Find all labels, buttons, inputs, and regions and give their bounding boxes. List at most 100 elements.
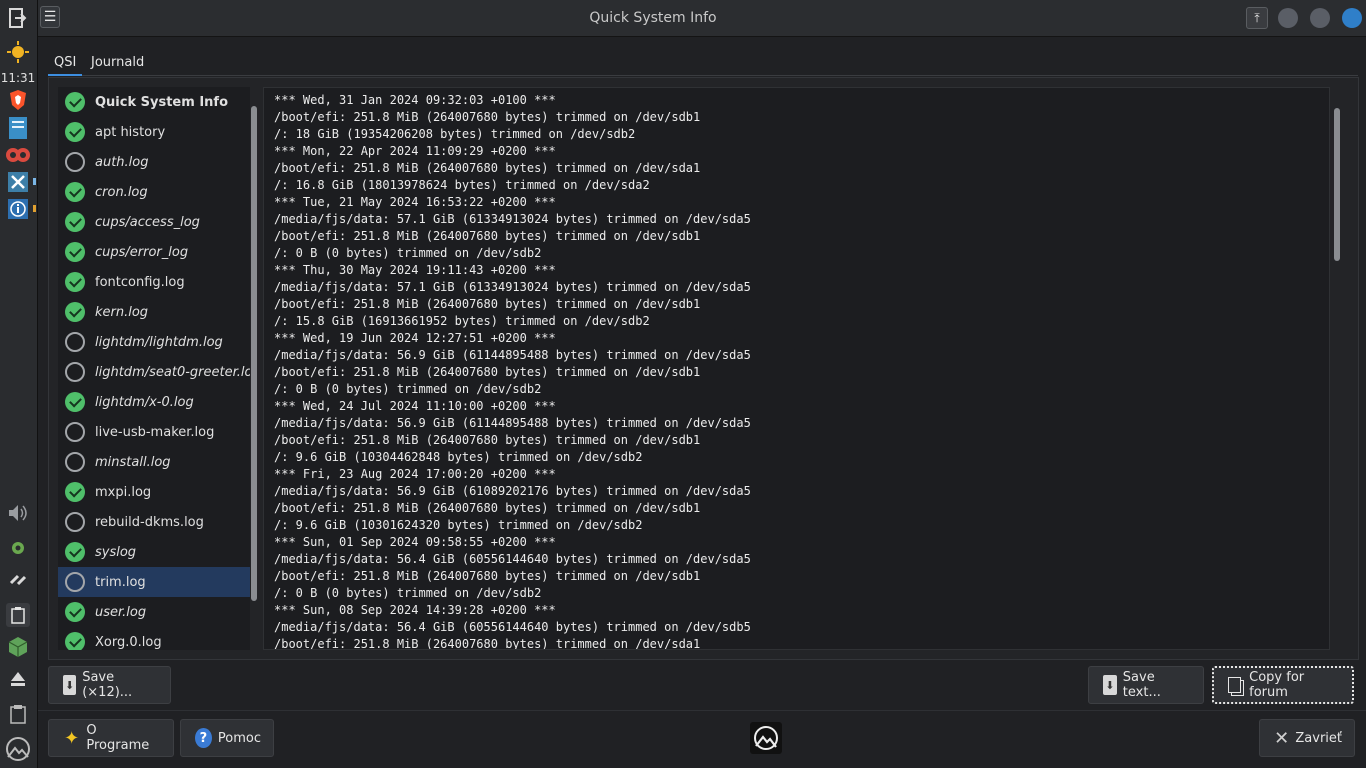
minimize-button[interactable] (1278, 8, 1298, 28)
list-item-label: cups/access_log (95, 214, 200, 230)
list-item-label: user.log (95, 604, 147, 620)
volume-icon[interactable] (6, 501, 30, 525)
list-item[interactable]: minstall.log (58, 447, 250, 477)
empty-circle-icon (65, 422, 85, 442)
checkmark-icon (65, 482, 85, 502)
empty-circle-icon (65, 332, 85, 352)
list-item[interactable]: cups/error_log (58, 237, 250, 267)
log-file-list[interactable]: Quick System Info apt history auth.log cron… (58, 87, 250, 650)
list-item[interactable]: auth.log (58, 147, 250, 177)
log-line: /: 0 B (0 bytes) trimmed on /dev/sdb2 (274, 586, 542, 600)
log-line: /media/fjs/data: 56.9 GiB (61089202176 b… (274, 484, 751, 498)
list-item[interactable]: lightdm/x-0.log (58, 387, 250, 417)
about-button[interactable]: ✦ O Programe (48, 719, 174, 757)
log-line: /: 9.6 GiB (10304462848 bytes) trimmed o… (274, 450, 643, 464)
mx-tools-icon[interactable] (6, 170, 30, 194)
copy-for-forum-button[interactable]: Copy for forum (1212, 666, 1354, 704)
log-line: *** Sun, 01 Sep 2024 09:58:55 +0200 *** (274, 535, 556, 549)
close-window-button[interactable] (1342, 8, 1362, 28)
quick-system-info-icon[interactable] (6, 197, 30, 221)
log-line: /: 0 B (0 bytes) trimmed on /dev/sdb2 (274, 382, 542, 396)
log-line: *** Wed, 19 Jun 2024 12:27:51 +0200 *** (274, 331, 556, 345)
save-icon: ⬇ (1103, 675, 1117, 695)
close-icon: ✕ (1274, 727, 1290, 749)
network-icon[interactable] (6, 568, 30, 592)
log-line: /media/fjs/data: 56.9 GiB (61144895488 b… (274, 416, 751, 430)
logout-icon[interactable] (6, 6, 30, 30)
empty-circle-icon (65, 452, 85, 472)
log-scrollbar[interactable] (1334, 108, 1340, 261)
list-item[interactable]: cron.log (58, 177, 250, 207)
copy-icon (1228, 677, 1242, 693)
log-line: /media/fjs/data: 57.1 GiB (61334913024 b… (274, 280, 751, 294)
list-item[interactable]: live-usb-maker.log (58, 417, 250, 447)
clock[interactable]: 11:31 (0, 71, 36, 85)
list-item-label: cups/error_log (95, 244, 189, 260)
list-item[interactable]: apt history (58, 117, 250, 147)
file-list-scrollbar[interactable] (251, 106, 257, 601)
dock-panel: 11:31 (0, 0, 38, 768)
list-item[interactable]: mxpi.log (58, 477, 250, 507)
save-text-label: Save text... (1122, 670, 1161, 700)
log-line: /: 0 B (0 bytes) trimmed on /dev/sdb2 (274, 246, 542, 260)
file-manager-icon[interactable] (6, 116, 30, 140)
list-item[interactable]: user.log (58, 597, 250, 627)
empty-circle-icon (65, 362, 85, 382)
keep-above-icon: ⤒ (1254, 10, 1260, 25)
save-text-button[interactable]: ⬇ Save text... (1088, 666, 1204, 704)
empty-circle-icon (65, 152, 85, 172)
log-viewer[interactable]: *** Wed, 31 Jan 2024 09:32:03 +0100 *** /… (263, 87, 1330, 650)
package-icon[interactable] (6, 635, 30, 659)
double-commander-icon[interactable] (6, 143, 30, 167)
close-button[interactable]: ✕ Zavrieť (1259, 719, 1355, 757)
list-item[interactable]: Quick System Info (58, 87, 250, 117)
copy-for-forum-label: Copy for forum (1249, 670, 1305, 700)
list-item-label: lightdm/lightdm.log (95, 334, 223, 350)
log-line: /boot/efi: 251.8 MiB (264007680 bytes) t… (274, 161, 701, 175)
settings-gear-icon[interactable] (6, 536, 30, 560)
log-line: /boot/efi: 251.8 MiB (264007680 bytes) t… (274, 229, 701, 243)
maximize-button[interactable] (1310, 8, 1330, 28)
brave-browser-icon[interactable] (6, 88, 30, 112)
list-item[interactable]: lightdm/lightdm.log (58, 327, 250, 357)
mx-logo-icon[interactable] (4, 737, 32, 761)
log-line: *** Mon, 22 Apr 2024 11:09:29 +0200 *** (274, 144, 556, 158)
save-all-label: Save (×12)... (82, 670, 133, 700)
log-line: /: 16.8 GiB (18013978624 bytes) trimmed … (274, 178, 650, 192)
keep-above-button[interactable]: ⤒ (1246, 7, 1268, 29)
tab-qsi[interactable]: QSI (48, 50, 83, 76)
list-item[interactable]: lightdm/seat0-greeter.log (58, 357, 250, 387)
list-item[interactable]: syslog (58, 537, 250, 567)
log-line: *** Wed, 31 Jan 2024 09:32:03 +0100 *** (274, 93, 556, 107)
list-item[interactable]: fontconfig.log (58, 267, 250, 297)
tab-journald[interactable]: Journald (85, 50, 150, 76)
checkmark-icon (65, 212, 85, 232)
save-icon: ⬇ (63, 675, 77, 695)
list-item[interactable]: rebuild-dkms.log (58, 507, 250, 537)
checkmark-icon (65, 392, 85, 412)
log-line: /boot/efi: 251.8 MiB (264007680 bytes) t… (274, 637, 701, 650)
clipboard-manager-icon[interactable] (6, 702, 30, 726)
list-item[interactable]: Xorg.0.log (58, 627, 250, 650)
eject-icon[interactable] (6, 667, 30, 691)
help-button[interactable]: ? Pomoc (180, 719, 274, 757)
star-icon: ✦ (64, 727, 80, 749)
log-line: *** Thu, 30 May 2024 19:11:43 +0200 *** (274, 263, 556, 277)
running-indicator (33, 205, 36, 212)
list-item[interactable]: cups/access_log (58, 207, 250, 237)
list-item-label: rebuild-dkms.log (95, 514, 204, 530)
checkmark-icon (65, 302, 85, 322)
list-item[interactable]: kern.log (58, 297, 250, 327)
list-item-label: minstall.log (95, 454, 171, 470)
close-label: Zavrieť (1295, 730, 1342, 746)
log-line: *** Wed, 24 Jul 2024 11:10:00 +0200 *** (274, 399, 556, 413)
weather-icon[interactable] (6, 40, 30, 64)
list-item-label: trim.log (95, 574, 146, 590)
list-item[interactable]: trim.log (58, 567, 250, 597)
log-line: /boot/efi: 251.8 MiB (264007680 bytes) t… (274, 365, 701, 379)
list-item-label: lightdm/seat0-greeter.log (95, 364, 250, 380)
save-all-button[interactable]: ⬇ Save (×12)... (48, 666, 171, 704)
clipboard-icon[interactable] (6, 603, 30, 627)
log-line: /media/fjs/data: 56.9 GiB (61144895488 b… (274, 348, 751, 362)
list-item-label: Xorg.0.log (95, 634, 162, 650)
